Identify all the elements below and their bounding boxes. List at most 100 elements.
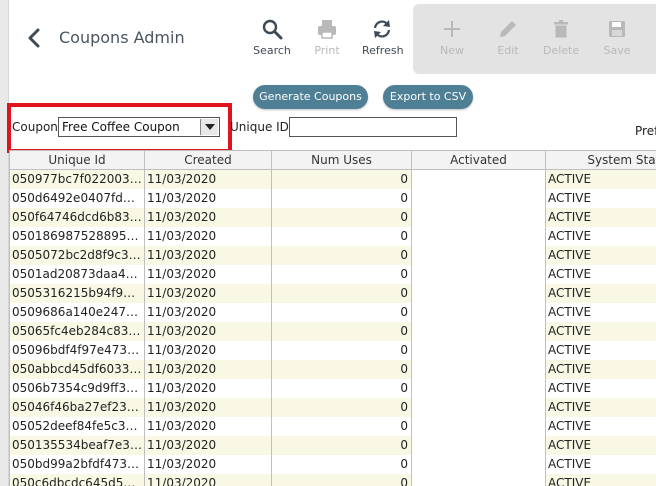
cell-unique-id: 0509686a140e24739...: [9, 302, 145, 322]
print-button[interactable]: Print: [312, 18, 342, 57]
cell-created: 11/03/2020: [144, 435, 272, 455]
table-row[interactable]: 050abbcd45df603330... 11/03/2020 0 ACTIVE: [9, 359, 656, 379]
table-row[interactable]: 050977bc7f02200398... 11/03/2020 0 ACTIVE: [9, 169, 656, 189]
generate-coupons-button[interactable]: Generate Coupons: [253, 85, 368, 109]
save-button[interactable]: Save: [603, 18, 631, 57]
new-button[interactable]: New: [438, 18, 466, 57]
cell-created: 11/03/2020: [144, 359, 272, 379]
table-row[interactable]: 050186987528895383...11/03/20200 ACTIVE: [9, 226, 656, 246]
cell-unique-id: 05046f46ba27ef23a1...: [9, 397, 145, 417]
cell-num-uses: 0: [271, 378, 412, 398]
cell-system-state: ACTIVE: [545, 340, 656, 360]
cell-system-state: ACTIVE: [545, 245, 656, 265]
floppy-disk-icon: [609, 21, 625, 37]
cell-unique-id: 050bd99a2bfdf473f96...: [9, 454, 145, 474]
table-header-row: Unique Id Created Num Uses Activated System …: [9, 150, 656, 170]
coupons-grid: Unique Id Created Num Uses Activated System …: [9, 150, 656, 486]
cell-created: 11/03/2020: [144, 378, 272, 398]
search-icon: [262, 19, 283, 40]
cell-activated: [411, 454, 546, 474]
delete-label: Delete: [543, 44, 580, 57]
unique-id-input[interactable]: [289, 117, 457, 137]
cell-activated: [411, 245, 546, 265]
cell-system-state: ACTIVE: [545, 264, 656, 284]
cell-unique-id: 0506b7354c9d9ff387...: [9, 378, 145, 398]
cell-activated: [411, 416, 546, 436]
table-row[interactable]: 05046f46ba27ef23a1... 11/03/2020 0 ACTIVE: [9, 397, 656, 417]
coupons-table: Unique Id Created Num Uses Activated System …: [9, 150, 656, 486]
edit-button[interactable]: Edit: [495, 18, 521, 57]
cell-created: 11/03/2020: [144, 226, 272, 246]
cell-unique-id: 050f64746dcd6b832b...: [9, 207, 145, 227]
cell-num-uses: 0: [271, 169, 412, 189]
table-row[interactable]: 05065fc4eb284c835e... 11/03/2020 0 ACTIVE: [9, 321, 656, 341]
cell-unique-id: 050186987528895383...: [9, 226, 145, 246]
table-row[interactable]: 050d6492e0407fd31c... 11/03/2020 0 ACTIVE: [9, 188, 656, 208]
cell-activated: [411, 188, 546, 208]
column-header-unique-id[interactable]: Unique Id: [9, 150, 145, 170]
cell-num-uses: 0: [271, 416, 412, 436]
cell-created: 11/03/2020: [144, 188, 272, 208]
cell-num-uses: 0: [271, 226, 412, 246]
table-row[interactable]: 0505316215b94f937a... 11/03/2020 0 ACTIVE: [9, 283, 656, 303]
cell-created: 11/03/2020: [144, 340, 272, 360]
table-row[interactable]: 050135534beaf7e3c7... 11/03/2020 0 ACTIVE: [9, 435, 656, 455]
cell-unique-id: 0505316215b94f937a...: [9, 283, 145, 303]
cell-num-uses: 0: [271, 473, 412, 486]
new-label: New: [440, 44, 464, 57]
cell-system-state: ACTIVE: [545, 188, 656, 208]
column-header-activated[interactable]: Activated: [411, 150, 546, 170]
table-row[interactable]: 05052deef84fe5c388... 11/03/2020 0 ACTIVE: [9, 416, 656, 436]
export-csv-button[interactable]: Export to CSV: [383, 85, 473, 109]
refresh-button[interactable]: Refresh: [362, 18, 404, 57]
cell-activated: [411, 473, 546, 486]
table-row[interactable]: 0509686a140e24739... 11/03/2020 0 ACTIVE: [9, 302, 656, 322]
cell-activated: [411, 226, 546, 246]
pencil-icon: [500, 21, 516, 37]
cell-unique-id: 05065fc4eb284c835e...: [9, 321, 145, 341]
plus-icon: [444, 21, 460, 37]
edit-label: Edit: [497, 44, 519, 57]
cell-system-state: ACTIVE: [545, 226, 656, 246]
cell-num-uses: 0: [271, 435, 412, 455]
cell-created: 11/03/2020: [144, 454, 272, 474]
chevron-left-icon: [28, 28, 40, 48]
cell-system-state: ACTIVE: [545, 169, 656, 189]
table-row[interactable]: 050bd99a2bfdf473f96... 11/03/2020 0 ACTIVE: [9, 454, 656, 474]
column-header-system-state[interactable]: System State: [545, 150, 656, 170]
cell-created: 11/03/2020: [144, 302, 272, 322]
table-row[interactable]: 050f64746dcd6b832b... 11/03/2020 0 ACTIVE: [9, 207, 656, 227]
table-row[interactable]: 050c6dbcdc645d5376... 11/03/2020 0 ACTIVE: [9, 473, 656, 486]
search-button[interactable]: Search: [253, 18, 291, 57]
delete-button[interactable]: Delete: [543, 18, 579, 57]
cell-num-uses: 0: [271, 283, 412, 303]
page-title: Coupons Admin: [59, 28, 185, 47]
cell-activated: [411, 302, 546, 322]
table-row[interactable]: 0501ad20873daa436... 11/03/2020 0 ACTIVE: [9, 264, 656, 284]
cell-unique-id: 050d6492e0407fd31c...: [9, 188, 145, 208]
cell-activated: [411, 321, 546, 341]
column-header-num-uses[interactable]: Num Uses: [271, 150, 412, 170]
back-button[interactable]: [24, 26, 44, 50]
cell-activated: [411, 397, 546, 417]
cell-system-state: ACTIVE: [545, 283, 656, 303]
cell-unique-id: 050977bc7f02200398...: [9, 169, 145, 189]
search-label: Search: [253, 44, 291, 57]
coupon-highlight-box: [7, 103, 232, 153]
printer-icon: [318, 20, 336, 39]
cell-system-state: ACTIVE: [545, 435, 656, 455]
cell-system-state: ACTIVE: [545, 321, 656, 341]
print-label: Print: [314, 44, 340, 57]
table-row[interactable]: 0506b7354c9d9ff387... 11/03/2020 0 ACTIVE: [9, 378, 656, 398]
cell-created: 11/03/2020: [144, 321, 272, 341]
cell-unique-id: 05096bdf4f97e473adf...: [9, 340, 145, 360]
cell-unique-id: 05052deef84fe5c388...: [9, 416, 145, 436]
cell-system-state: ACTIVE: [545, 207, 656, 227]
table-row[interactable]: 05096bdf4f97e473adf... 11/03/2020 0 ACTIVE: [9, 340, 656, 360]
cell-activated: [411, 378, 546, 398]
cell-num-uses: 0: [271, 454, 412, 474]
table-row[interactable]: 0505072bc2d8f9c33d... 11/03/2020 0 ACTIVE: [9, 245, 656, 265]
cell-num-uses: 0: [271, 264, 412, 284]
cell-created: 11/03/2020: [144, 473, 272, 486]
column-header-created[interactable]: Created: [144, 150, 272, 170]
